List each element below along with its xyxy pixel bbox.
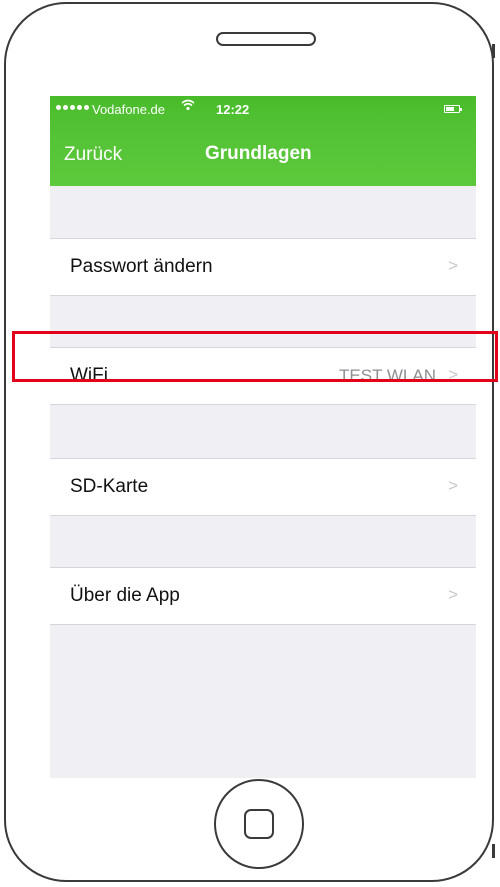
chevron-right-icon: >	[448, 256, 458, 275]
signal-dots-icon	[56, 105, 89, 110]
wifi-icon	[181, 98, 195, 115]
phone-side-button	[492, 844, 495, 858]
row-label: Passwort ändern	[70, 256, 213, 277]
home-button[interactable]	[214, 779, 304, 869]
settings-row-sd-card[interactable]: SD-Karte >	[50, 458, 476, 516]
chevron-right-icon: >	[448, 476, 458, 495]
row-label: Über die App	[70, 585, 180, 606]
carrier-name: Vodafone.de	[92, 102, 166, 117]
battery-icon	[444, 105, 462, 113]
highlight-box-wifi	[12, 331, 498, 382]
speaker-grille	[216, 32, 316, 46]
app-screen: Vodafone.de 12:22 Zurück Grundlagen Pass…	[50, 96, 476, 778]
status-bar: Vodafone.de 12:22	[50, 96, 476, 126]
page-title: Grundlagen	[205, 143, 312, 164]
navigation-bar: Zurück Grundlagen	[50, 126, 476, 186]
row-label: SD-Karte	[70, 476, 149, 497]
settings-row-password[interactable]: Passwort ändern >	[50, 238, 476, 296]
settings-row-about-app[interactable]: Über die App >	[50, 567, 476, 625]
phone-frame: Vodafone.de 12:22 Zurück Grundlagen Pass…	[4, 2, 495, 882]
phone-side-button	[492, 44, 495, 58]
chevron-right-icon: >	[448, 585, 458, 604]
status-time: 12:22	[216, 102, 250, 117]
back-button[interactable]: Zurück	[64, 144, 122, 166]
home-square-icon	[244, 809, 274, 839]
